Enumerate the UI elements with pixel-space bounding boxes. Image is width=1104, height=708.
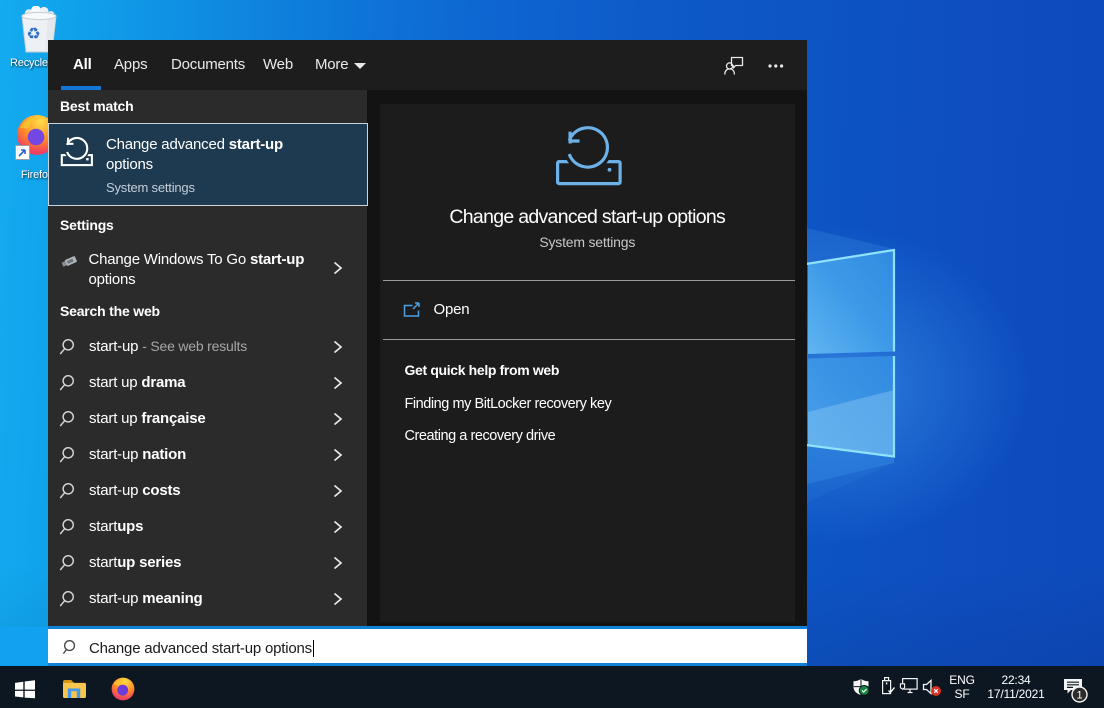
svg-text:♻: ♻ [26,26,40,43]
svg-text:1: 1 [1077,690,1083,702]
